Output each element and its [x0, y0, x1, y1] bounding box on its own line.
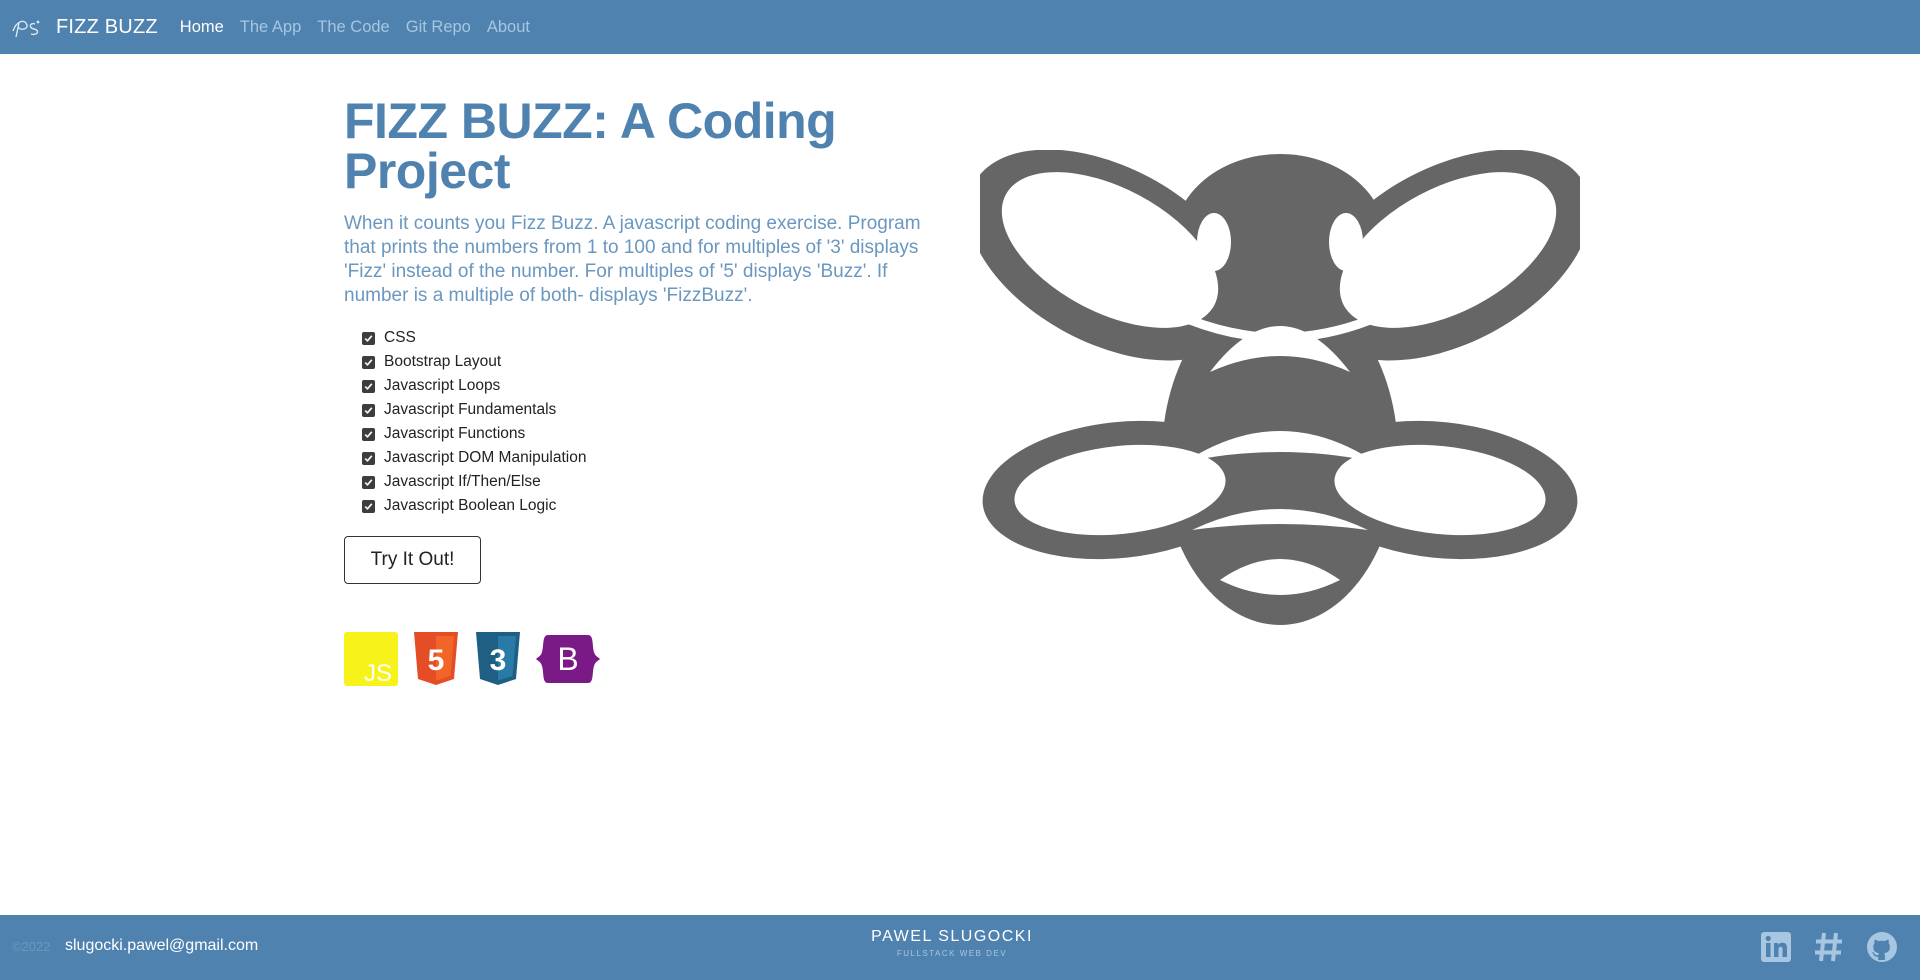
- checkbox-checked-icon: [362, 475, 375, 489]
- footer-copyright: ©2022: [12, 939, 51, 954]
- nav-link-home[interactable]: Home: [180, 18, 224, 37]
- hero-section: FIZZ BUZZ: A Coding Project When it coun…: [344, 96, 924, 686]
- feature-label: Javascript Loops: [384, 377, 501, 394]
- list-item: Javascript DOM Manipulation: [362, 446, 924, 470]
- checkbox-checked-icon: [362, 331, 375, 345]
- feature-label: Javascript If/Then/Else: [384, 473, 541, 490]
- footer-tagline: FULLSTACK WEB DEV: [896, 949, 1008, 958]
- try-it-out-button[interactable]: Try It Out!: [344, 536, 481, 584]
- hero-description: When it counts you Fizz Buzz. A javascri…: [344, 213, 921, 306]
- bee-illustration: [967, 149, 1591, 630]
- javascript-icon-text: JS: [364, 660, 392, 686]
- navbar: FIZZ BUZZ Home The App The Code Git Repo…: [0, 0, 1920, 54]
- checkbox-checked-icon: [362, 403, 375, 417]
- bootstrap-icon: B: [536, 635, 600, 683]
- feature-label: CSS: [384, 329, 416, 346]
- checkbox-checked-icon: [362, 427, 375, 441]
- linkedin-icon[interactable]: [1760, 931, 1792, 963]
- checkbox-checked-icon: [362, 355, 375, 369]
- footer-email-link[interactable]: slugocki.pawel@gmail.com: [65, 937, 258, 955]
- list-item: Javascript Functions: [362, 422, 924, 446]
- footer: ©2022 slugocki.pawel@gmail.com PAWEL SLU…: [0, 915, 1920, 980]
- brand-name[interactable]: FIZZ BUZZ: [56, 16, 158, 39]
- page-title: FIZZ BUZZ: A Coding Project: [344, 93, 837, 199]
- bootstrap-icon-text: B: [557, 641, 578, 677]
- checkbox-checked-icon: [362, 379, 375, 393]
- checkbox-checked-icon: [362, 499, 375, 513]
- feature-label: Javascript Fundamentals: [384, 401, 557, 418]
- html5-icon: 5: [414, 632, 458, 685]
- github-icon[interactable]: [1866, 931, 1898, 963]
- html5-icon-text: 5: [428, 644, 445, 677]
- javascript-icon: JS: [344, 632, 398, 686]
- feature-label: Javascript Functions: [384, 425, 526, 442]
- nav-link-git-repo[interactable]: Git Repo: [406, 18, 471, 37]
- list-item: Bootstrap Layout: [362, 350, 924, 374]
- css3-icon: 3: [476, 632, 520, 685]
- footer-branding: PAWEL SLUGOCKI FULLSTACK WEB DEV: [760, 928, 1144, 958]
- feature-list: CSS Bootstrap Layout Javascript Loops Ja…: [344, 326, 924, 518]
- feature-label: Bootstrap Layout: [384, 353, 502, 370]
- footer-social-links: [1760, 931, 1898, 963]
- brand-logo-icon[interactable]: [10, 14, 44, 40]
- nav-link-the-code[interactable]: The Code: [317, 18, 389, 37]
- tech-icons: JS 5 3 B: [344, 632, 924, 686]
- checkbox-checked-icon: [362, 451, 375, 465]
- nav-link-about[interactable]: About: [487, 18, 530, 37]
- list-item: Javascript Fundamentals: [362, 398, 924, 422]
- list-item: CSS: [362, 326, 924, 350]
- hashtag-icon[interactable]: [1814, 931, 1844, 963]
- list-item: Javascript If/Then/Else: [362, 470, 924, 494]
- feature-label: Javascript DOM Manipulation: [384, 449, 587, 466]
- css3-icon-text: 3: [490, 644, 507, 677]
- feature-label: Javascript Boolean Logic: [384, 497, 557, 514]
- footer-name: PAWEL SLUGOCKI: [871, 928, 1033, 945]
- nav-link-the-app[interactable]: The App: [240, 18, 301, 37]
- list-item: Javascript Loops: [362, 374, 924, 398]
- list-item: Javascript Boolean Logic: [362, 494, 924, 518]
- nav-links: Home The App The Code Git Repo About: [180, 18, 530, 37]
